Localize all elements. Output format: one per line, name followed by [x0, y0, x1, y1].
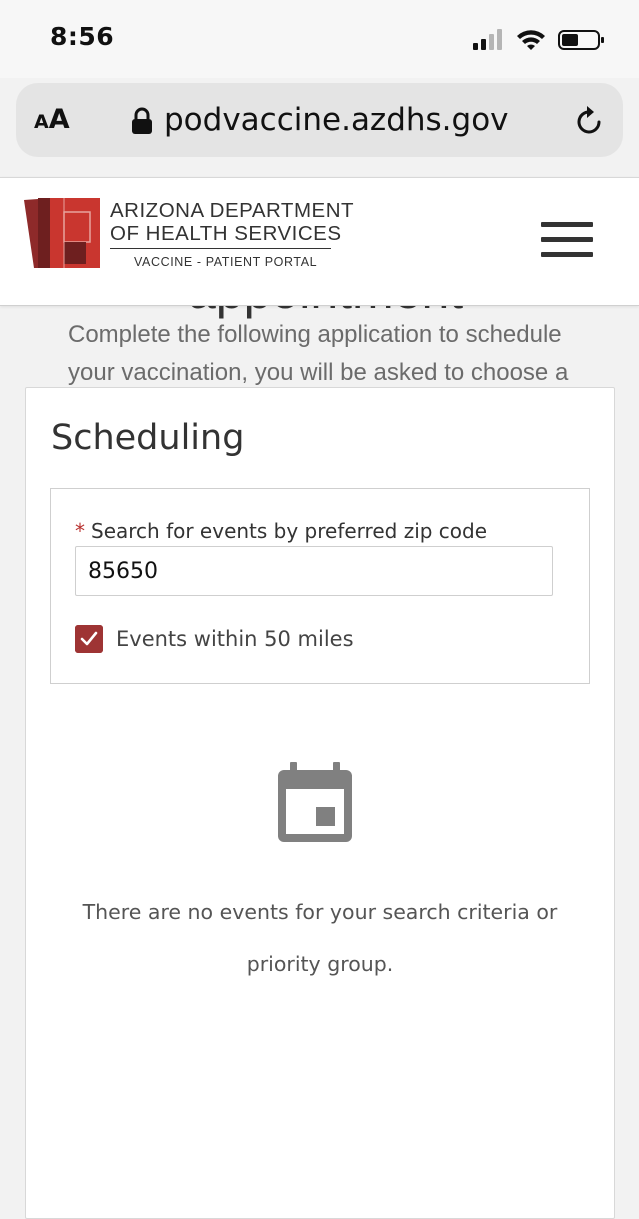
zip-search-panel: * Search for events by preferred zip code… [50, 488, 590, 684]
zip-code-input[interactable] [75, 546, 553, 596]
intro-line-1: Complete the following application to sc… [68, 321, 562, 348]
calendar-icon [278, 762, 352, 842]
zip-label-text: Search for events by preferred zip code [91, 519, 488, 543]
site-header: ARIZONA DEPARTMENT OF HEALTH SERVICES VA… [0, 177, 639, 306]
address-bar[interactable]: AA podvaccine.azdhs.gov [16, 83, 623, 157]
org-name-line-1: ARIZONA DEPARTMENT [110, 199, 355, 222]
azdhs-logo-icon[interactable] [24, 198, 102, 268]
status-icons [473, 29, 604, 50]
reload-icon[interactable] [575, 105, 605, 137]
portal-name: VACCINE - PATIENT PORTAL [134, 255, 318, 269]
radius-checkbox-label[interactable]: Events within 50 miles [116, 625, 354, 653]
hamburger-menu-icon[interactable] [541, 222, 593, 258]
zip-field-label: * Search for events by preferred zip code [75, 519, 487, 543]
no-events-line-1: There are no events for your search crit… [82, 900, 558, 924]
org-name-line-2: OF HEALTH SERVICES [110, 222, 342, 245]
battery-icon [558, 30, 604, 50]
intro-text: Complete the following application to sc… [68, 316, 639, 392]
no-events-line-2: priority group. [246, 952, 394, 976]
lock-icon [132, 107, 152, 134]
scheduling-card: Scheduling * Search for events by preferr… [25, 387, 615, 1219]
no-events-message: There are no events for your search crit… [46, 886, 594, 990]
status-time: 8:56 [50, 22, 115, 51]
logo-divider [110, 248, 331, 249]
radius-checkbox[interactable] [75, 625, 103, 653]
url-text[interactable]: podvaccine.azdhs.gov [164, 83, 509, 157]
scheduling-title: Scheduling [51, 418, 245, 458]
text-size-button[interactable]: AA [34, 83, 70, 157]
required-marker: * [75, 519, 85, 543]
status-bar: 8:56 [0, 0, 639, 78]
cellular-signal-icon [473, 29, 502, 50]
wifi-icon [517, 30, 545, 50]
